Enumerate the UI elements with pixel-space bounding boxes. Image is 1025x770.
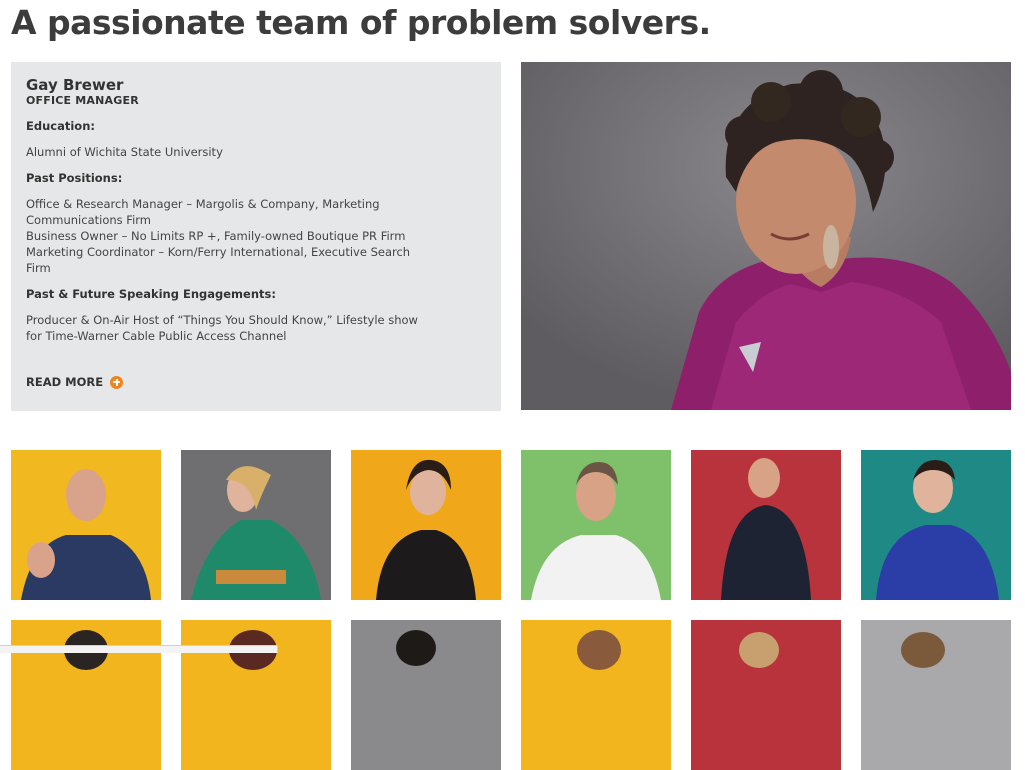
- position-item: Office & Research Manager – Margolis & C…: [26, 197, 380, 227]
- read-more-link[interactable]: READ MORE: [26, 375, 124, 389]
- education-heading: Education:: [26, 119, 95, 133]
- team-member-thumbnail[interactable]: [691, 450, 841, 600]
- page-title: A passionate team of problem solvers.: [11, 3, 711, 42]
- plus-circle-icon: [110, 375, 124, 389]
- past-positions-text: Office & Research Manager – Margolis & C…: [26, 196, 436, 276]
- team-member-thumbnail[interactable]: [861, 620, 1011, 770]
- team-member-thumbnail[interactable]: [11, 450, 161, 600]
- bio-name: Gay Brewer: [26, 76, 124, 94]
- speaking-heading: Past & Future Speaking Engagements:: [26, 287, 276, 301]
- read-more-label: READ MORE: [26, 375, 104, 389]
- bio-role: OFFICE MANAGER: [26, 94, 139, 107]
- education-text: Alumni of Wichita State University: [26, 144, 436, 160]
- team-member-thumbnail[interactable]: [351, 620, 501, 770]
- position-item: Marketing Coordinator – Korn/Ferry Inter…: [26, 245, 411, 275]
- education-item: Alumni of Wichita State University: [26, 145, 223, 159]
- speaking-item: Producer & On-Air Host of “Things You Sh…: [26, 313, 418, 343]
- team-member-thumbnail[interactable]: [691, 620, 841, 770]
- position-item: Business Owner – No Limits RP +, Family-…: [26, 229, 406, 243]
- speaking-text: Producer & On-Air Host of “Things You Sh…: [26, 312, 436, 344]
- team-member-thumbnail[interactable]: [181, 450, 331, 600]
- featured-portrait-photo: [521, 62, 1011, 410]
- team-member-thumbnail[interactable]: [521, 450, 671, 600]
- team-member-thumbnail[interactable]: [351, 450, 501, 600]
- team-member-thumbnail[interactable]: [181, 620, 331, 770]
- team-member-thumbnail[interactable]: [861, 450, 1011, 600]
- team-member-thumbnail[interactable]: [11, 620, 161, 770]
- team-member-thumbnail[interactable]: [521, 620, 671, 770]
- past-positions-heading: Past Positions:: [26, 171, 123, 185]
- bio-card: Gay Brewer OFFICE MANAGER Education: Alu…: [11, 62, 501, 411]
- browser-status-bar: [0, 645, 278, 653]
